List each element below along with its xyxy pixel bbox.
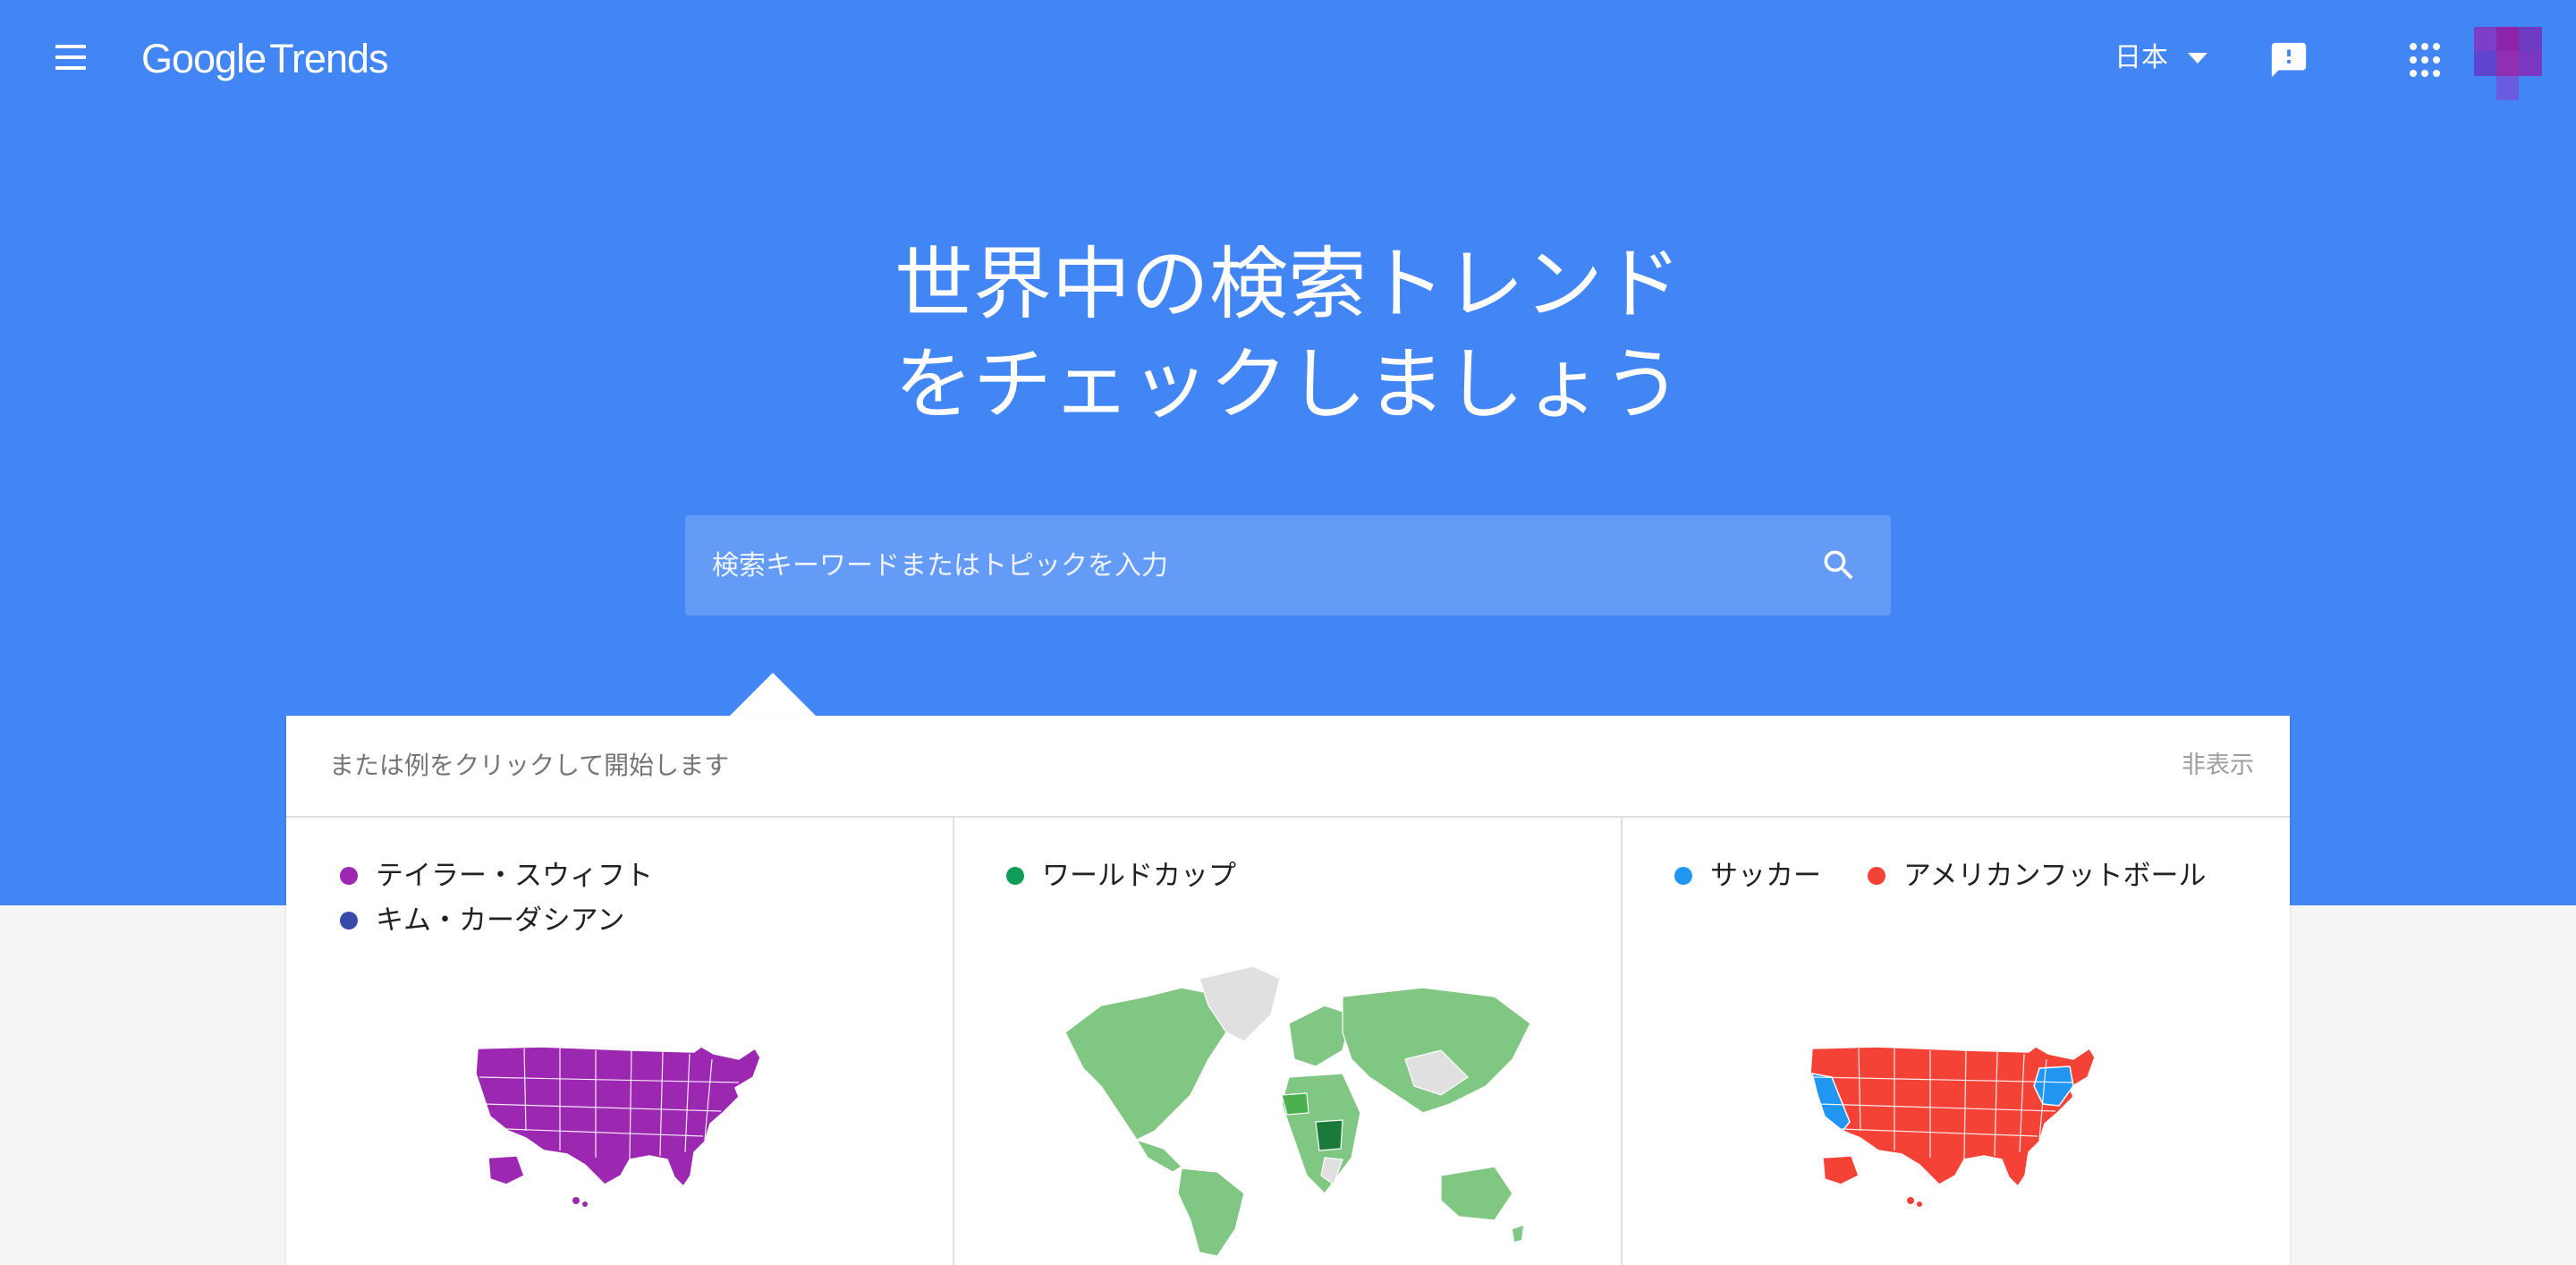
- world-map-green: [1064, 965, 1531, 1256]
- search-box: [685, 515, 1891, 616]
- menu-icon[interactable]: [50, 41, 91, 77]
- headline-line-1: 世界中の検索トレンド: [894, 238, 1682, 330]
- legend-label: アメリカンフットボール: [1903, 860, 2207, 892]
- example-card-2[interactable]: ワールドカップ: [953, 818, 1623, 1265]
- legend-dot-icon: [1006, 867, 1024, 885]
- avatar[interactable]: [2474, 27, 2542, 100]
- legend-label: ワールドカップ: [1042, 860, 1236, 892]
- legend-item: アメリカンフットボール: [1868, 853, 2207, 898]
- page-title: 世界中の検索トレンド をチェックしましょう: [0, 234, 2576, 435]
- legend-label: テイラー・スウィフト: [376, 860, 653, 892]
- example-legend: サッカー アメリカンフットボール: [1674, 853, 2253, 898]
- chevron-down-icon: [2188, 53, 2207, 64]
- logo-google-text: Google: [141, 36, 267, 81]
- legend-label: サッカー: [1710, 860, 1821, 892]
- legend-item: キム・カーダシアン: [340, 898, 653, 943]
- legend-dot-icon: [340, 912, 358, 930]
- legend-dot-icon: [1868, 867, 1885, 885]
- legend-dot-icon: [340, 867, 358, 885]
- card-pointer: [730, 673, 816, 716]
- hide-button[interactable]: 非表示: [2182, 716, 2254, 816]
- example-legend: テイラー・スウィフト キム・カーダシアン: [340, 853, 653, 943]
- legend-dot-icon: [1674, 867, 1692, 885]
- example-legend: ワールドカップ: [1006, 853, 1236, 898]
- apps-grid-icon[interactable]: [2406, 39, 2449, 82]
- legend-item: ワールドカップ: [1006, 853, 1236, 898]
- headline-line-2: をチェックしましょう: [894, 338, 1682, 430]
- us-map-purple: [475, 1046, 761, 1207]
- us-map-red-blue: [1809, 1046, 2096, 1207]
- legend-item: テイラー・スウィフト: [340, 853, 653, 898]
- search-icon[interactable]: [1819, 546, 1859, 585]
- logo[interactable]: GoogleTrends: [141, 32, 389, 86]
- search-input[interactable]: [712, 515, 1750, 616]
- examples-header: または例をクリックして開始します 非表示: [286, 716, 2290, 818]
- legend-item: サッカー: [1674, 853, 1821, 898]
- examples-prompt: または例をクリックして開始します: [329, 751, 730, 780]
- example-card-1[interactable]: テイラー・スウィフト キム・カーダシアン: [286, 818, 954, 1265]
- region-label: 日本: [2114, 42, 2168, 73]
- legend-label: キム・カーダシアン: [376, 904, 625, 937]
- example-card-3[interactable]: サッカー アメリカンフットボール: [1621, 818, 2290, 1265]
- region-selector[interactable]: 日本: [2114, 36, 2207, 81]
- logo-trends-text: Trends: [269, 36, 388, 81]
- feedback-icon[interactable]: [2268, 39, 2309, 81]
- examples-card: または例をクリックして開始します 非表示 テイラー・スウィフト キム・カーダシア…: [286, 716, 2290, 1265]
